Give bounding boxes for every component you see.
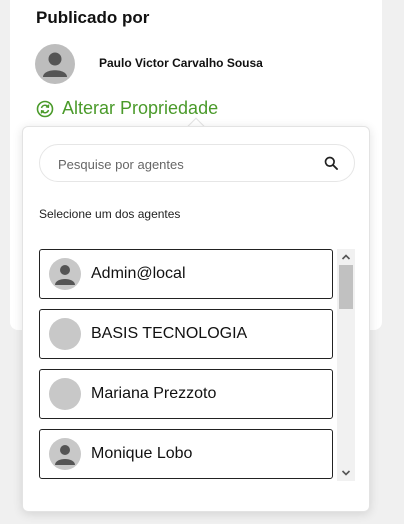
- publisher-avatar: [35, 44, 75, 84]
- agent-option-basis[interactable]: BASIS TECNOLOGIA: [39, 309, 333, 359]
- sync-icon: [36, 100, 54, 117]
- blank-avatar: [49, 378, 81, 410]
- agent-name: Monique Lobo: [91, 445, 193, 462]
- agent-select-hint: Selecione um dos agentes: [39, 207, 181, 221]
- agent-list: Admin@local BASIS TECNOLOGIA Mariana Pre…: [39, 249, 335, 481]
- change-owner-label: Alterar Propriedade: [62, 98, 219, 118]
- agent-option-admin[interactable]: Admin@local: [39, 249, 333, 299]
- section-title: Publicado por: [36, 8, 150, 27]
- agent-picker-dropdown: Selecione um dos agentes Admin@local BAS…: [22, 126, 370, 512]
- scroll-up-button[interactable]: [337, 249, 355, 265]
- agent-search-box[interactable]: [39, 144, 355, 182]
- publisher-name: Paulo Victor Carvalho Sousa: [99, 56, 263, 70]
- agent-avatar: [49, 258, 81, 290]
- agent-option-mariana[interactable]: Mariana Prezzoto: [39, 369, 333, 419]
- agent-name: Mariana Prezzoto: [91, 385, 217, 402]
- agent-search-input[interactable]: [58, 153, 308, 175]
- agent-list-scrollbar[interactable]: [337, 249, 355, 481]
- user-silhouette-icon: [43, 52, 67, 77]
- change-owner-link[interactable]: Alterar Propriedade: [36, 98, 218, 119]
- agent-name: Admin@local: [91, 265, 186, 282]
- chevron-down-icon: [341, 470, 351, 476]
- search-icon[interactable]: [324, 156, 338, 170]
- user-silhouette-icon: [55, 265, 75, 285]
- scroll-down-button[interactable]: [337, 465, 355, 481]
- blank-avatar: [49, 318, 81, 350]
- user-silhouette-icon: [55, 445, 75, 465]
- scroll-thumb[interactable]: [339, 265, 353, 309]
- agent-option-monique[interactable]: Monique Lobo: [39, 429, 333, 479]
- agent-avatar: [49, 438, 81, 470]
- chevron-up-icon: [341, 254, 351, 260]
- agent-name: BASIS TECNOLOGIA: [91, 325, 248, 342]
